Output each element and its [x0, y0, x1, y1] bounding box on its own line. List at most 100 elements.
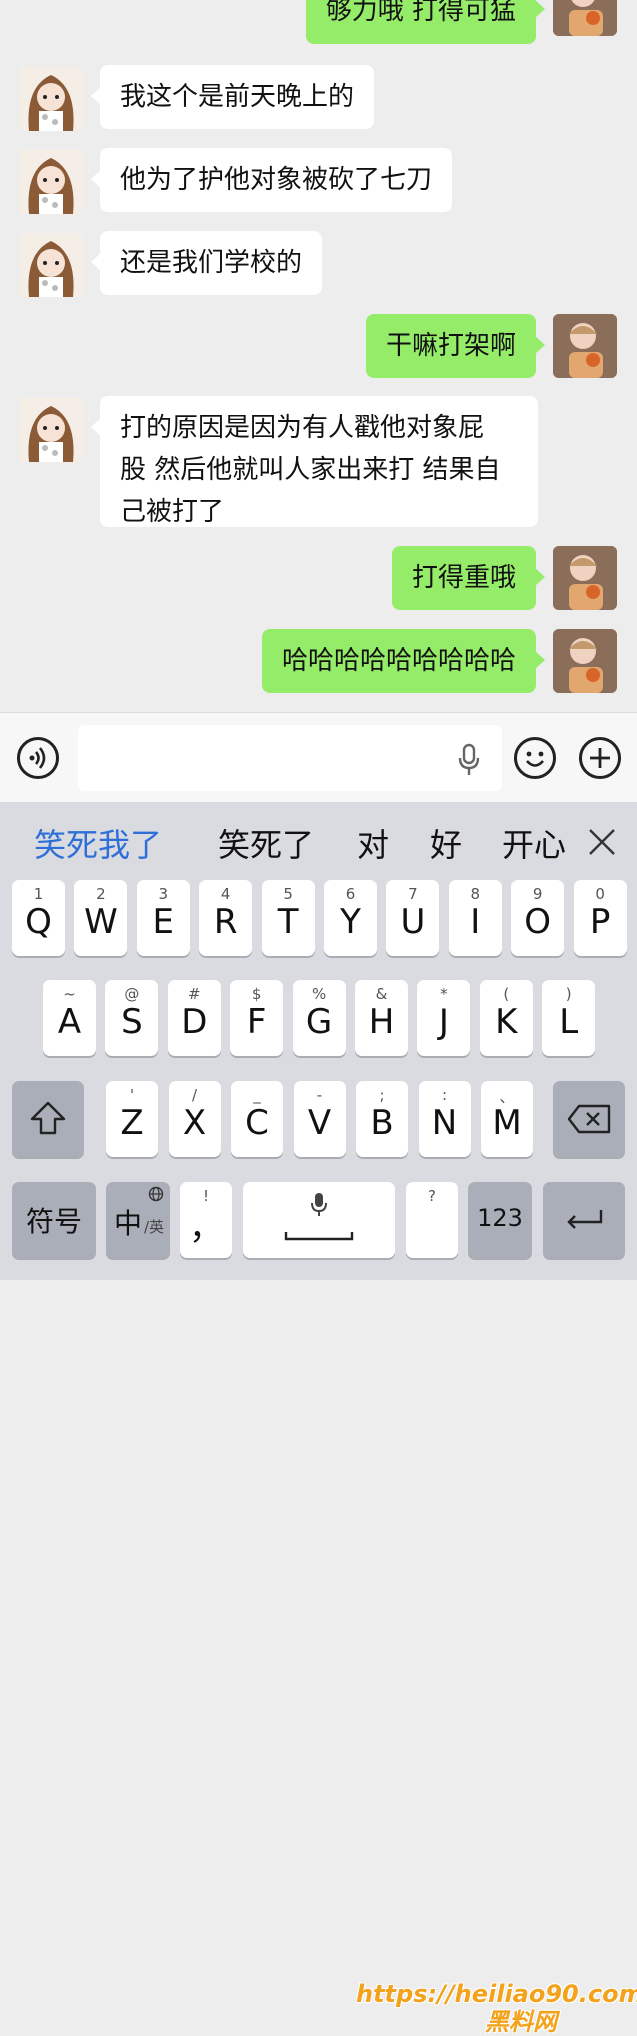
key-m[interactable]: 、 M: [481, 1081, 533, 1157]
key-w[interactable]: 2W: [74, 880, 128, 956]
my-avatar[interactable]: [553, 546, 617, 610]
key-j[interactable]: * J: [417, 980, 471, 1056]
candidate-word[interactable]: 开心: [502, 820, 566, 866]
my-avatar[interactable]: [553, 314, 617, 378]
key-sublabel: 8: [470, 885, 481, 903]
candidate-word[interactable]: 好: [430, 820, 462, 866]
key-label: D: [181, 1002, 208, 1042]
candidate-word[interactable]: 对: [357, 820, 389, 866]
globe-icon: [148, 1186, 164, 1202]
key-sublabel: 6: [345, 885, 356, 903]
contact-avatar[interactable]: [19, 67, 83, 131]
space-key[interactable]: [243, 1182, 395, 1258]
key-z[interactable]: ' Z: [106, 1081, 158, 1157]
key-v[interactable]: -V: [293, 1081, 346, 1157]
key-b[interactable]: ; B: [356, 1081, 408, 1157]
candidate-word[interactable]: 笑死我了: [34, 820, 162, 866]
key-sublabel: :: [441, 1086, 448, 1104]
key-f[interactable]: $ F: [230, 980, 284, 1056]
contact-avatar[interactable]: [19, 398, 83, 462]
more-button[interactable]: [579, 737, 621, 779]
contact-avatar[interactable]: [19, 150, 83, 214]
key-y[interactable]: 6Y: [324, 880, 377, 956]
key-label: G: [305, 1002, 333, 1042]
key-l[interactable]: ) L: [542, 980, 596, 1056]
key-p[interactable]: 0P: [573, 880, 627, 956]
period-key[interactable]: ?: [406, 1182, 458, 1258]
key-label: M: [492, 1103, 522, 1143]
baby-photo-icon: [553, 0, 617, 36]
input-bar: [0, 712, 637, 803]
key-label: C: [245, 1103, 269, 1143]
key-sublabel: /英: [144, 1218, 165, 1236]
key-e[interactable]: 3E: [136, 880, 190, 956]
candidate-word[interactable]: 笑死了: [218, 820, 314, 866]
incoming-message-bubble[interactable]: 我这个是前天晚上的: [90, 65, 375, 129]
key-g[interactable]: % G: [292, 980, 346, 1056]
key-k[interactable]: (K: [479, 980, 533, 1056]
message-input[interactable]: [78, 725, 502, 791]
microphone-icon: [311, 1193, 327, 1216]
my-avatar[interactable]: [553, 629, 617, 693]
symbols-key[interactable]: 符号: [12, 1182, 96, 1258]
key-sublabel: 4: [220, 885, 231, 903]
shift-key[interactable]: [12, 1081, 84, 1157]
comma-key[interactable]: ! ，: [180, 1182, 232, 1258]
key-n[interactable]: :N: [418, 1081, 471, 1157]
key-label: 中: [114, 1207, 143, 1240]
key-sublabel: *: [440, 985, 448, 1003]
incoming-message-bubble[interactable]: 还是我们学校的: [90, 231, 323, 295]
message-text: 哈哈哈哈哈哈哈哈哈: [281, 646, 516, 676]
key-sublabel: @: [124, 985, 140, 1003]
key-sublabel: 1: [33, 885, 44, 903]
plus-icon: [590, 748, 610, 768]
key-a[interactable]: ~ A: [43, 980, 96, 1056]
key-sublabel: 3: [158, 885, 169, 903]
key-sublabel: /: [191, 1086, 198, 1104]
key-label: B: [370, 1103, 394, 1143]
key-i[interactable]: 8I: [448, 880, 502, 956]
message-row: 够力哦 打得可猛: [0, 0, 637, 48]
language-switch-key[interactable]: 中 /英: [106, 1182, 170, 1258]
key-sublabel: $: [251, 985, 262, 1003]
numbers-key[interactable]: 123: [468, 1182, 532, 1258]
baby-photo-icon: [553, 314, 617, 378]
outgoing-message-bubble[interactable]: 打得重哦: [391, 546, 546, 610]
key-h[interactable]: & H: [355, 980, 408, 1056]
key-o[interactable]: 9O: [511, 880, 565, 956]
my-avatar[interactable]: [553, 0, 617, 36]
key-r[interactable]: 4R: [199, 880, 253, 956]
enter-key[interactable]: [543, 1182, 625, 1258]
key-u[interactable]: 7U: [386, 880, 440, 956]
key-label: H: [368, 1002, 395, 1042]
key-x[interactable]: / X: [168, 1081, 221, 1157]
key-sublabel: 9: [532, 885, 543, 903]
key-s[interactable]: @ S: [105, 980, 159, 1056]
baby-photo-icon: [553, 546, 617, 610]
contact-avatar[interactable]: [19, 233, 83, 297]
key-t[interactable]: 5T: [261, 880, 315, 956]
message-text: 他为了护他对象被砍了七刀: [120, 165, 433, 195]
incoming-message-bubble[interactable]: 他为了护他对象被砍了七刀: [90, 148, 453, 212]
microphone-button[interactable]: [455, 743, 483, 777]
key-d[interactable]: # D: [167, 980, 221, 1056]
chat-area[interactable]: 够力哦 打得可猛 我这个是前天晚上的 他为了护他对象被砍了七刀 还是我们学校的 …: [0, 0, 637, 712]
outgoing-message-bubble[interactable]: 干嘛打架啊: [365, 314, 546, 378]
key-label: Z: [120, 1103, 144, 1143]
key-q[interactable]: 1Q: [12, 880, 65, 956]
backspace-key[interactable]: [553, 1081, 625, 1157]
voice-icon: [29, 747, 46, 769]
key-sublabel: ?: [428, 1187, 436, 1205]
key-sublabel: 5: [283, 885, 293, 903]
close-candidates-button[interactable]: [586, 826, 618, 858]
outgoing-message-bubble[interactable]: 够力哦 打得可猛: [305, 0, 546, 44]
outgoing-message-bubble[interactable]: 哈哈哈哈哈哈哈哈哈: [261, 629, 546, 693]
key-sublabel: (: [503, 985, 510, 1003]
cartoon-girl-icon: [19, 233, 83, 297]
key-c[interactable]: _ C: [231, 1081, 283, 1157]
voice-input-button[interactable]: [17, 737, 59, 779]
incoming-message-bubble[interactable]: 打的原因是因为有人戳他对象屁 股 然后他就叫人家出来打 结果自 己被打了: [91, 396, 538, 527]
emoji-button[interactable]: [514, 737, 556, 779]
key-sublabel: ): [565, 985, 572, 1003]
key-sublabel: ;: [379, 1086, 385, 1104]
